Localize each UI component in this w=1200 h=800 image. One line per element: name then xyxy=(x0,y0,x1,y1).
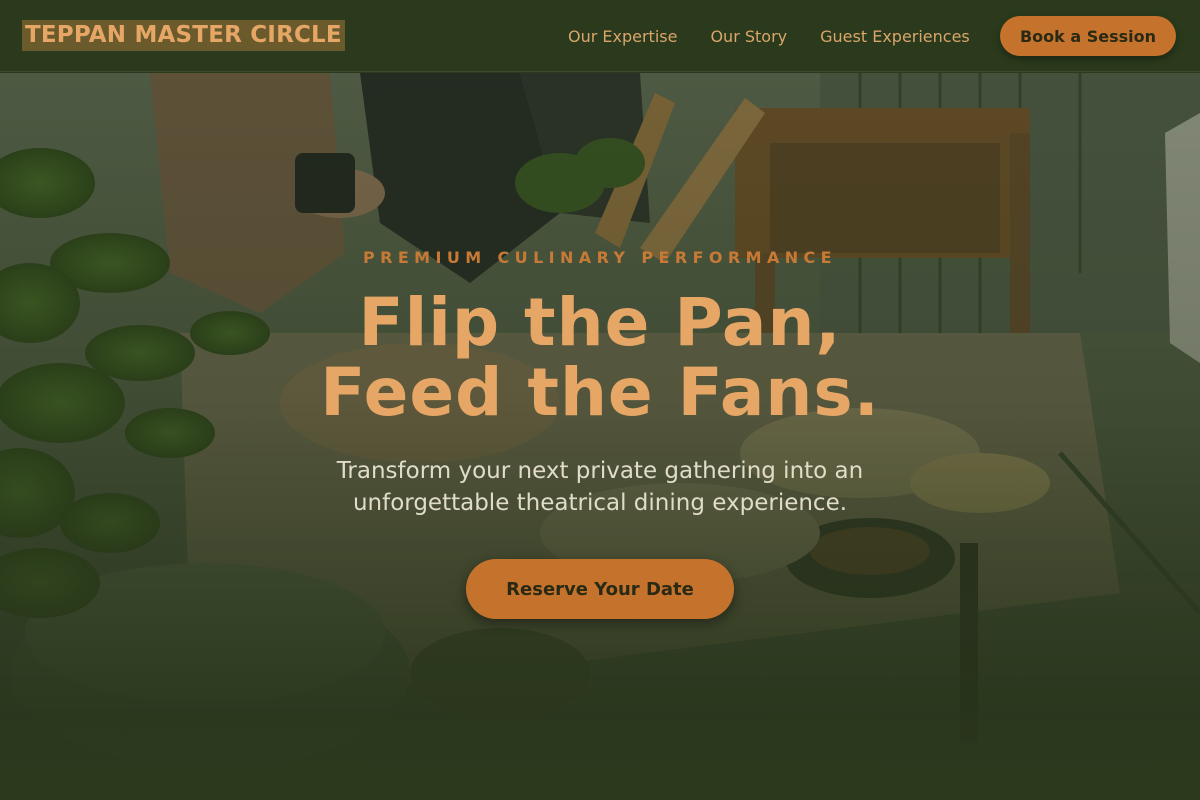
reserve-date-button[interactable]: Reserve Your Date xyxy=(466,559,734,619)
hero-headline-line-2: Feed the Fans. xyxy=(320,354,880,431)
hero-headline-line-1: Flip the Pan, xyxy=(358,284,842,361)
hero-dark-overlay xyxy=(0,73,1200,800)
hero-subtitle: Transform your next private gathering in… xyxy=(300,455,900,519)
nav-link-our-story[interactable]: Our Story xyxy=(710,27,787,46)
nav-link-our-expertise[interactable]: Our Expertise xyxy=(568,27,677,46)
hero-eyebrow: PREMIUM CULINARY PERFORMANCE xyxy=(363,248,837,267)
brand-logo[interactable]: TEPPAN MASTER CIRCLE xyxy=(22,20,345,51)
main-nav: Our Expertise Our Story Guest Experience… xyxy=(568,0,1003,72)
nav-link-guest-experiences[interactable]: Guest Experiences xyxy=(820,27,970,46)
hero-section xyxy=(0,73,1200,800)
hero-subtitle-line-1: Transform your next private gathering in… xyxy=(336,458,864,484)
book-session-button[interactable]: Book a Session xyxy=(1000,16,1176,56)
hero-headline: Flip the Pan, Feed the Fans. xyxy=(0,288,1200,428)
site-header: TEPPAN MASTER CIRCLE Our Expertise Our S… xyxy=(0,0,1200,72)
hero-subtitle-line-2: unforgettable theatrical dining experien… xyxy=(352,490,848,516)
